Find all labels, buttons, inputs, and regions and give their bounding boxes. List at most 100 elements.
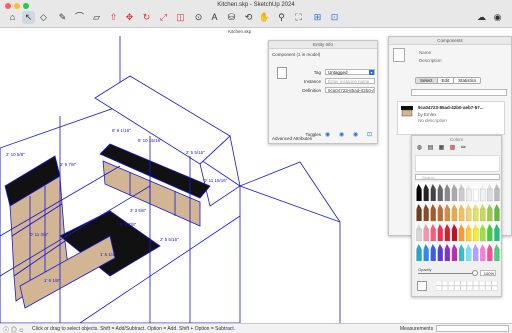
image-palettes-icon[interactable]: ▩ (448, 144, 457, 152)
saved-swatch-cell[interactable] (479, 281, 486, 286)
saved-swatch-cell[interactable] (442, 285, 448, 291)
scale-icon[interactable]: ⤢ (157, 11, 170, 24)
opacity-value[interactable]: 100% (480, 270, 496, 276)
lock-toggle-icon[interactable]: ⊡ (367, 131, 372, 138)
crayon-tip[interactable] (473, 224, 479, 229)
crayon-tip[interactable] (444, 224, 450, 229)
saved-swatch-cell[interactable] (454, 281, 461, 286)
crayon[interactable] (423, 228, 429, 242)
zoom-icon[interactable]: ⚲ (275, 11, 288, 24)
crayon[interactable] (473, 248, 479, 262)
crayon[interactable] (416, 188, 422, 202)
crayon-tip[interactable] (444, 184, 450, 189)
crayon[interactable] (444, 228, 451, 242)
saved-swatch-cell[interactable] (442, 281, 448, 286)
crayon-tip[interactable] (437, 184, 443, 189)
crayon-tip[interactable] (494, 204, 500, 209)
crayon-tip[interactable] (480, 184, 486, 189)
crayon[interactable] (480, 188, 486, 202)
select-arrow-icon[interactable]: ↖ (22, 11, 35, 24)
visibility-eye-icon[interactable]: ◉ (325, 131, 330, 138)
crayon-tip[interactable] (494, 184, 500, 189)
crayon[interactable] (480, 208, 486, 222)
crayon-tip[interactable] (494, 244, 500, 249)
component-description-field[interactable]: Description (419, 58, 442, 63)
crayon-tip[interactable] (437, 244, 443, 249)
crayon[interactable] (465, 228, 472, 242)
crayon-tip[interactable] (423, 244, 429, 249)
crayon[interactable] (494, 188, 500, 202)
crayon-tip[interactable] (451, 224, 457, 229)
receive-shadows-eye-icon[interactable]: ◉ (353, 131, 358, 138)
saved-swatch-cell[interactable] (460, 285, 467, 291)
crayon-tip[interactable] (466, 184, 472, 189)
current-color-swatch[interactable] (417, 281, 427, 291)
crayon-tip[interactable] (423, 184, 429, 189)
crayon[interactable] (423, 208, 429, 222)
crayon-tip[interactable] (451, 204, 457, 209)
advanced-attributes-label[interactable]: Advanced Attributes (272, 136, 312, 141)
crayon-tip[interactable] (480, 244, 486, 249)
saved-swatch-cell[interactable] (460, 281, 467, 286)
house-icon[interactable]: ⌂ (6, 11, 19, 24)
crayon[interactable] (444, 188, 451, 202)
color-palettes-icon[interactable]: ▦ (437, 144, 446, 152)
crayon-tip[interactable] (430, 244, 436, 249)
crayon-tip[interactable] (437, 224, 443, 229)
crayon[interactable] (416, 248, 422, 262)
crayon[interactable] (494, 208, 500, 222)
arc-icon[interactable]: ⌒ (73, 11, 86, 24)
saved-swatch-cell[interactable] (466, 281, 473, 286)
definition-field[interactable]: 9ca04723-85ad-42b0-a (325, 87, 375, 93)
crayon-tip[interactable] (437, 204, 443, 209)
measurements-input[interactable] (436, 325, 509, 332)
crayon[interactable] (416, 208, 422, 222)
crayon[interactable] (494, 248, 500, 262)
saved-swatch-cell[interactable] (466, 285, 473, 291)
crayon[interactable] (487, 228, 493, 242)
crayon[interactable] (458, 208, 465, 222)
crayon[interactable] (473, 188, 479, 202)
crayon[interactable] (437, 208, 443, 222)
zoom-extents-icon[interactable]: ⛶ (292, 11, 305, 24)
saved-swatch-cell[interactable] (436, 285, 442, 291)
document-tab[interactable]: Kitchen.skp (0, 28, 512, 36)
crayon-tip[interactable] (487, 224, 493, 229)
geolocation-icon[interactable]: ◎ (11, 328, 17, 333)
colors-search-input[interactable]: Search (415, 174, 500, 180)
crayon[interactable] (430, 248, 436, 262)
user-icon[interactable]: ☺ (18, 328, 24, 333)
crayon-tip[interactable] (466, 244, 472, 249)
crayon[interactable] (451, 188, 458, 202)
crayon[interactable] (444, 208, 451, 222)
crayon[interactable] (494, 228, 500, 242)
crayon-tip[interactable] (466, 224, 472, 229)
saved-swatch-cell[interactable] (485, 285, 492, 291)
crayon-tip[interactable] (487, 184, 493, 189)
crayon-tip[interactable] (473, 184, 479, 189)
crayon[interactable] (480, 248, 486, 262)
info-icon[interactable]: ⓘ (3, 328, 9, 333)
crayon[interactable] (458, 188, 465, 202)
crayon[interactable] (430, 208, 436, 222)
cast-shadows-eye-icon[interactable]: ◉ (339, 131, 344, 138)
extension-icon[interactable]: ⊡ (328, 11, 341, 24)
crayon[interactable] (487, 188, 493, 202)
opacity-slider-track[interactable] (418, 273, 478, 274)
crayon[interactable] (473, 228, 479, 242)
opacity-slider-knob[interactable] (472, 270, 478, 276)
crayon[interactable] (458, 228, 465, 242)
crayon-tip[interactable] (480, 224, 486, 229)
crayon-tip[interactable] (480, 204, 486, 209)
cloud-icon[interactable]: ☁ (475, 11, 488, 24)
crayon[interactable] (437, 188, 443, 202)
crayon-tip[interactable] (444, 204, 450, 209)
crayon-tip[interactable] (430, 204, 436, 209)
eraser-icon[interactable]: ◇ (37, 11, 50, 24)
crayons-icon[interactable]: ✏ (459, 144, 468, 152)
crayon-tip[interactable] (430, 224, 436, 229)
shapes-icon[interactable]: ▱ (90, 11, 103, 24)
tab-edit[interactable]: Edit (437, 78, 455, 83)
saved-swatch-cell[interactable] (436, 281, 442, 286)
crayon[interactable] (487, 248, 493, 262)
